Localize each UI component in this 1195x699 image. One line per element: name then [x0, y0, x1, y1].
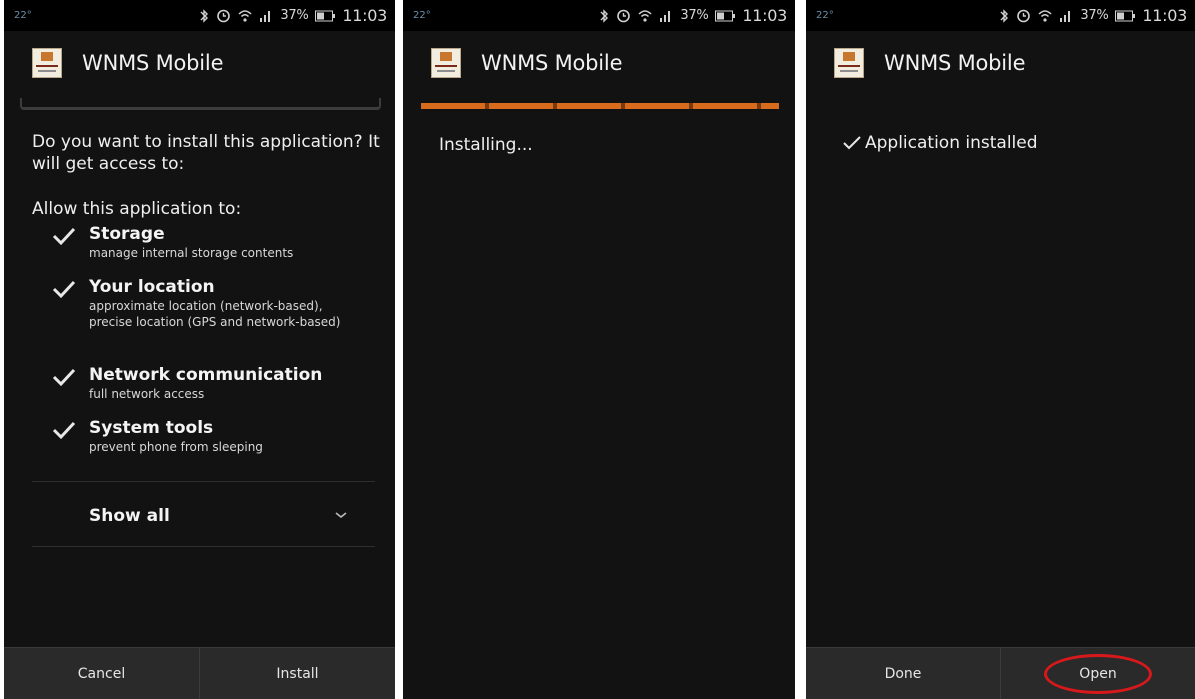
permission-title: Storage: [89, 224, 165, 244]
installed-status: Application installed: [842, 133, 1038, 153]
alarm-icon: [217, 9, 231, 23]
permission-description: manage internal storage contents: [89, 246, 294, 260]
permission-description: full network access: [89, 387, 205, 401]
app-title: WNMS Mobile: [82, 51, 224, 75]
permission-title: System tools: [89, 418, 214, 438]
battery-percent: 37%: [1080, 8, 1109, 23]
checkmark-icon: [52, 421, 76, 440]
divider: [32, 481, 375, 482]
show-all-toggle[interactable]: Show all: [89, 506, 170, 526]
app-title: WNMS Mobile: [481, 51, 623, 75]
signal-icon: [260, 11, 271, 22]
cancel-button[interactable]: Cancel: [4, 648, 199, 699]
alarm-icon: [617, 9, 631, 23]
divider: [32, 546, 375, 547]
battery-icon: [315, 10, 336, 21]
signal-icon: [660, 11, 671, 22]
installed-status-text: Application installed: [865, 133, 1038, 153]
checkmark-icon: [52, 227, 76, 246]
temperature-readout: 22°: [413, 10, 431, 21]
alarm-icon: [1017, 9, 1031, 23]
battery-percent: 37%: [280, 8, 309, 23]
bluetooth-icon: [600, 8, 609, 23]
checkmark-icon: [52, 280, 76, 299]
status-bar: 22° 37% 11:03: [403, 0, 795, 31]
app-header: WNMS Mobile: [806, 31, 1195, 95]
install-question: Do you want to install this application?…: [32, 132, 380, 174]
action-bar: Cancel Install: [4, 647, 395, 699]
status-bar: 22° 37% 11:03: [806, 0, 1195, 31]
bluetooth-icon: [200, 8, 209, 23]
install-progress-bar: [421, 103, 779, 109]
clock-time: 11:03: [742, 6, 787, 25]
wifi-icon: [638, 9, 652, 22]
battery-percent: 37%: [680, 8, 709, 23]
install-progress-fill: [421, 103, 779, 109]
checkmark-icon: [52, 368, 76, 387]
done-button[interactable]: Done: [806, 648, 1000, 699]
action-bar: Done Open: [806, 647, 1195, 699]
open-button-label: Open: [1079, 665, 1117, 682]
permission-title: Your location: [89, 277, 215, 297]
installing-screen: 22° 37% 11:03 WNMS Mobile Installing...: [403, 0, 795, 699]
wifi-icon: [238, 9, 252, 22]
installed-screen: 22° 37% 11:03 WNMS Mobile Application in…: [806, 0, 1195, 699]
permission-description: prevent phone from sleeping: [89, 440, 263, 454]
clock-time: 11:03: [1142, 6, 1187, 25]
clock-time: 11:03: [342, 6, 387, 25]
bluetooth-icon: [1000, 8, 1009, 23]
header-divider: [20, 98, 381, 110]
checkmark-icon: [843, 136, 861, 150]
battery-icon: [715, 10, 736, 21]
status-bar: 22° 37% 11:03: [4, 0, 395, 31]
install-button[interactable]: Install: [199, 648, 395, 699]
permissions-screen: 22° 37% 11:03 WNMS Mobile Do you want to…: [4, 0, 395, 699]
installing-status: Installing...: [439, 135, 533, 155]
chevron-down-icon[interactable]: [334, 510, 348, 520]
app-title: WNMS Mobile: [884, 51, 1026, 75]
permission-description: approximate location (network-based), pr…: [89, 299, 341, 329]
allow-label: Allow this application to:: [32, 199, 242, 219]
app-header: WNMS Mobile: [4, 31, 395, 95]
app-icon: [431, 48, 461, 78]
app-header: WNMS Mobile: [403, 31, 795, 95]
temperature-readout: 22°: [816, 10, 834, 21]
permission-title: Network communication: [89, 365, 323, 385]
temperature-readout: 22°: [14, 10, 32, 21]
app-icon: [834, 48, 864, 78]
signal-icon: [1060, 11, 1071, 22]
wifi-icon: [1038, 9, 1052, 22]
open-button[interactable]: Open: [1000, 648, 1195, 699]
battery-icon: [1115, 10, 1136, 21]
app-icon: [32, 48, 62, 78]
